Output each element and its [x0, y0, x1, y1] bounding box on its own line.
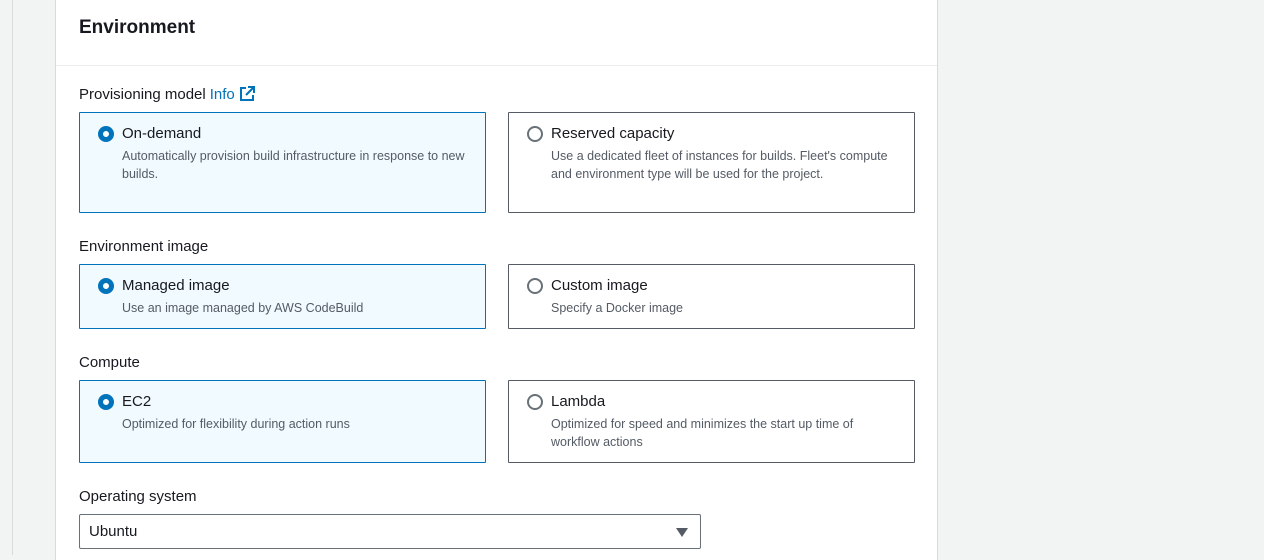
provisioning-model-label: Provisioning model Info [79, 86, 255, 106]
external-link-icon[interactable] [239, 86, 255, 106]
tile-reserved-capacity-title: Reserved capacity [551, 125, 675, 142]
radio-managed-image[interactable] [98, 278, 114, 294]
info-link[interactable]: Info [210, 86, 235, 103]
operating-system-label: Operating system [79, 488, 197, 505]
compute-label: Compute [79, 354, 140, 371]
tile-ec2[interactable]: EC2 Optimized for flexibility during act… [79, 380, 486, 463]
tile-custom-image-title: Custom image [551, 277, 648, 294]
tile-custom-image[interactable]: Custom image Specify a Docker image [508, 264, 915, 329]
tile-on-demand-title: On-demand [122, 125, 202, 142]
tile-ec2-title: EC2 [122, 393, 152, 410]
operating-system-select[interactable]: Ubuntu [79, 514, 701, 549]
caret-down-icon[interactable] [676, 528, 688, 537]
environment-image-label: Environment image [79, 238, 209, 255]
tile-managed-image-description: Use an image managed by AWS CodeBuild [122, 301, 364, 315]
tile-on-demand[interactable]: On-demand Automatically provision build … [79, 112, 486, 213]
tile-reserved-capacity-description: Use a dedicated fleet of instances for b… [551, 149, 888, 181]
radio-on-demand[interactable] [98, 126, 114, 142]
tile-lambda[interactable]: Lambda Optimized for speed and minimizes… [508, 380, 915, 463]
tile-managed-image[interactable]: Managed image Use an image managed by AW… [79, 264, 486, 329]
tile-on-demand-description: Automatically provision build infrastruc… [122, 149, 465, 181]
page-title: Environment [79, 17, 196, 38]
tile-lambda-description: Optimized for speed and minimizes the st… [551, 417, 854, 449]
radio-ec2[interactable] [98, 394, 114, 410]
tile-managed-image-title: Managed image [122, 277, 230, 294]
tile-lambda-title: Lambda [551, 393, 606, 410]
tile-ec2-description: Optimized for flexibility during action … [122, 417, 350, 431]
left-gutter [0, 0, 13, 555]
panel-header: Environment [56, 0, 937, 66]
operating-system-value: Ubuntu [89, 523, 138, 540]
radio-lambda[interactable] [527, 394, 543, 410]
provisioning-model-label-text: Provisioning model [79, 86, 206, 103]
tile-custom-image-description: Specify a Docker image [551, 301, 684, 315]
environment-panel: Environment Provisioning model Info On-de… [55, 0, 938, 560]
tile-reserved-capacity[interactable]: Reserved capacity Use a dedicated fleet … [508, 112, 915, 213]
radio-custom-image[interactable] [527, 278, 543, 294]
radio-reserved-capacity[interactable] [527, 126, 543, 142]
